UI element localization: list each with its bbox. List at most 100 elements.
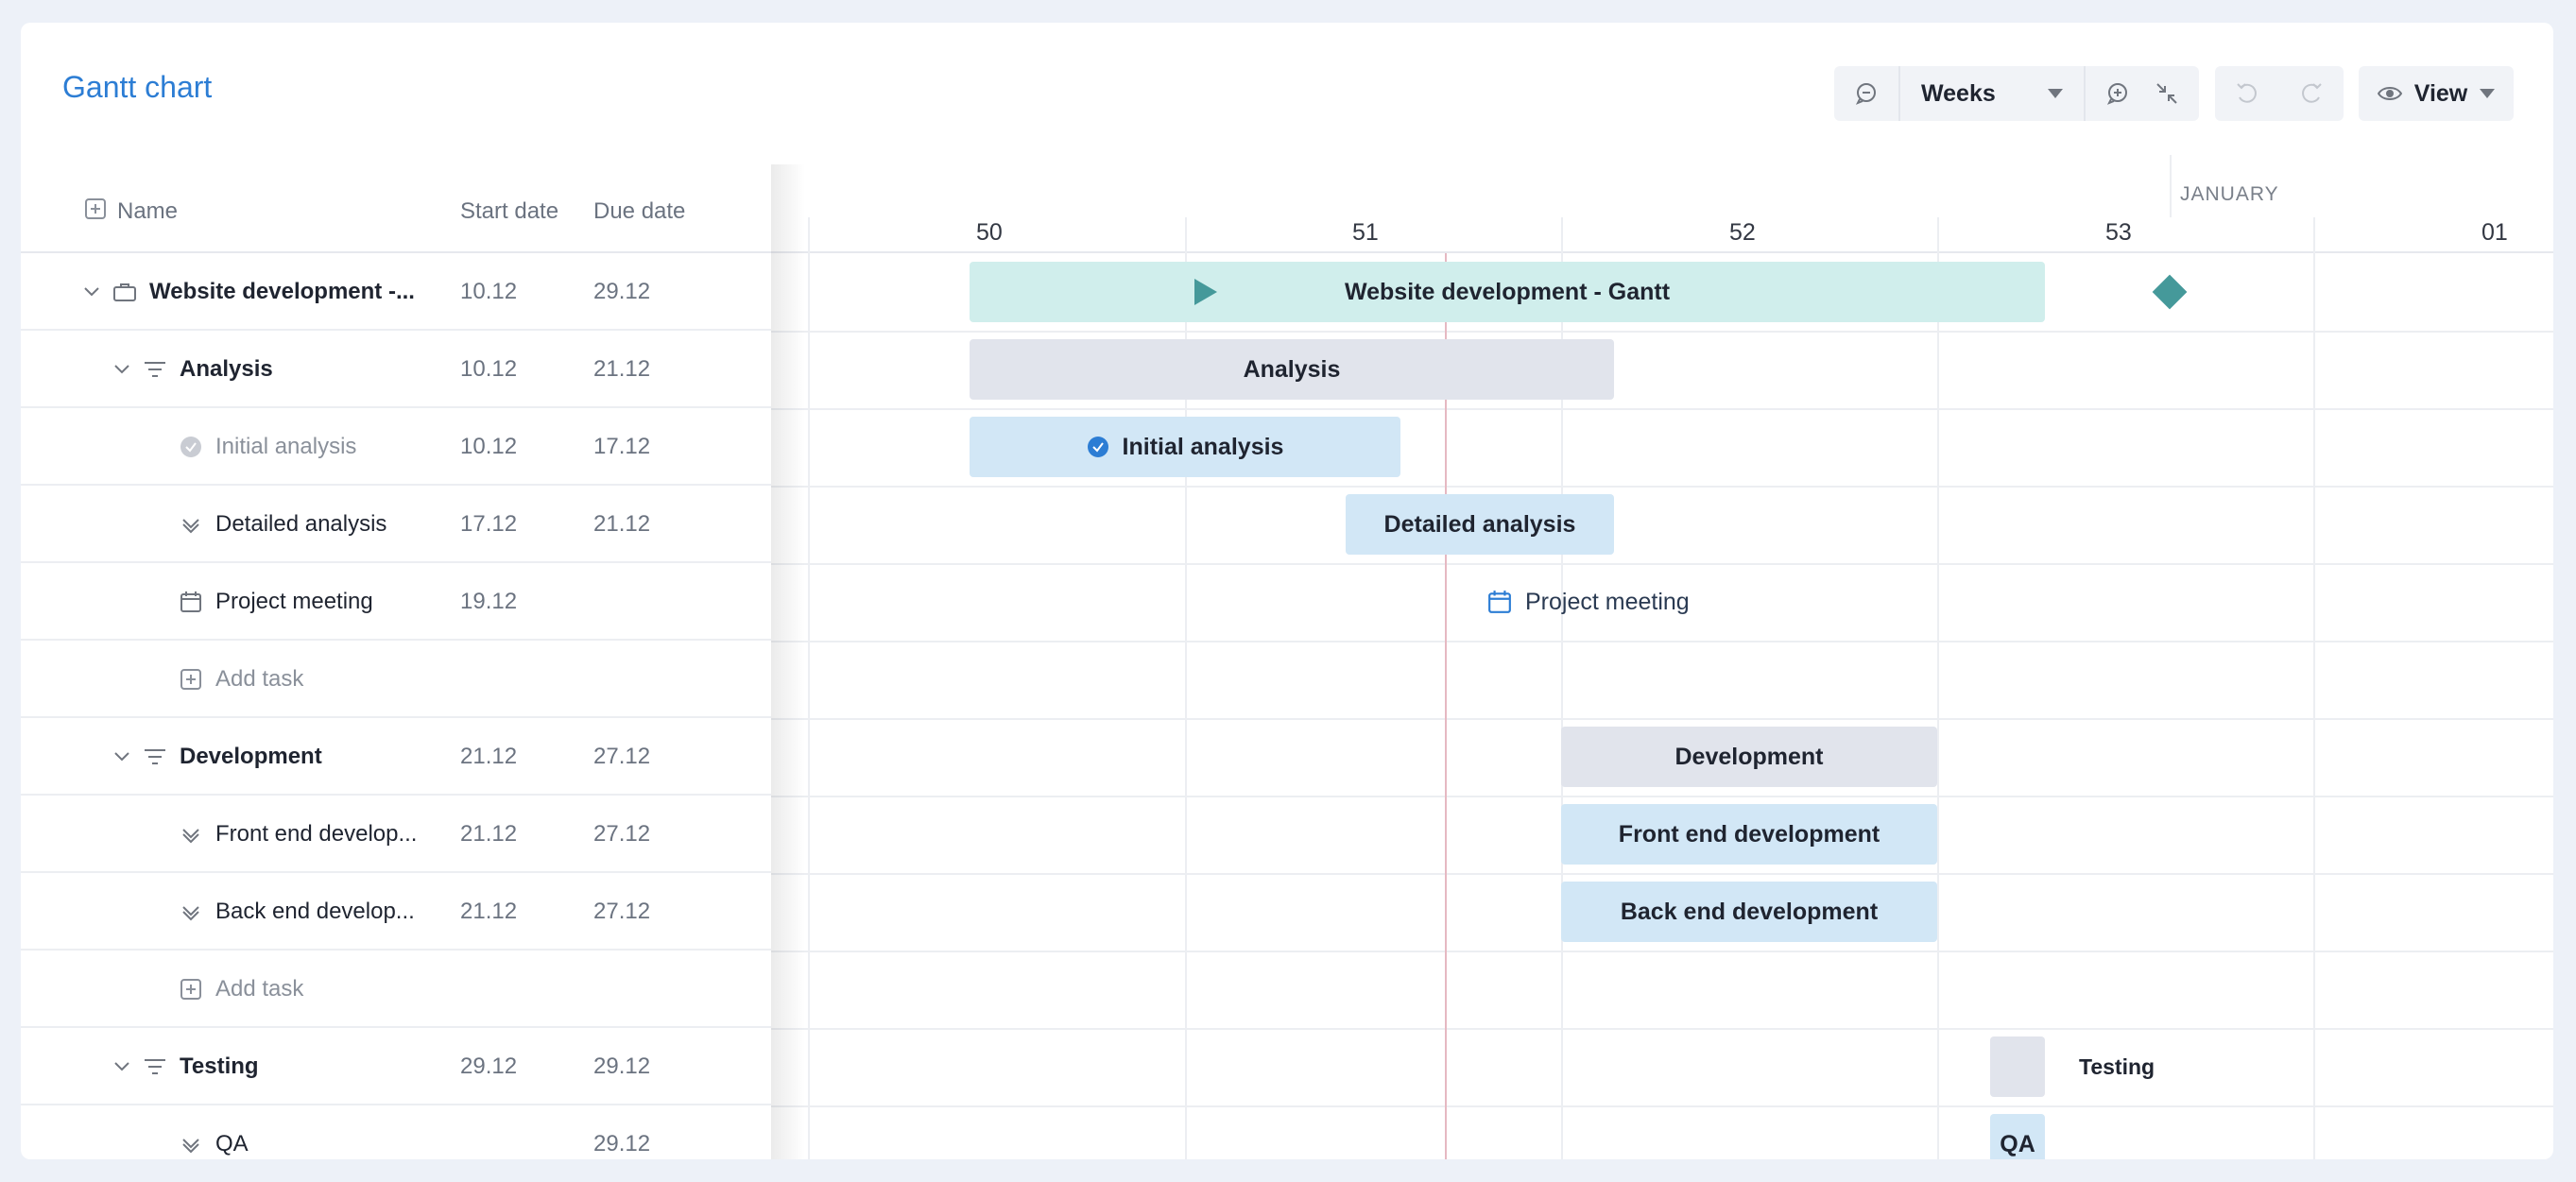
chevron-down-icon[interactable] [113,1061,130,1072]
completed-check-icon[interactable] [180,436,202,458]
table-row[interactable]: Detailed analysis 17.12 21.12 [21,486,771,563]
zoom-unit-label: Weeks [1921,79,1996,107]
group-bar[interactable]: Development [1561,727,1937,787]
add-task-label: Add task [215,666,304,692]
add-column-icon[interactable] [85,198,106,226]
due-date: 21.12 [593,511,651,537]
table-row[interactable]: Project meeting 19.12 [21,563,771,641]
task-bar[interactable]: QA [1990,1114,2045,1159]
redo-button[interactable] [2279,66,2344,121]
zoom-out-icon [1855,83,1876,105]
group-row-name: Analysis [113,331,273,408]
task-grid: Name Start date Due date Website develop… [21,155,771,1159]
table-row[interactable]: Back end develop... 21.12 27.12 [21,873,771,951]
grid-line [808,217,810,1159]
column-header-start[interactable]: Start date [460,198,558,225]
grid-line [2170,155,2172,217]
task-bar[interactable]: Initial analysis [970,417,1400,477]
zoom-toolbar: Weeks [1834,66,2150,121]
grid-header: Name Start date Due date [21,155,771,253]
zoom-out-button[interactable] [1834,66,1898,121]
bar-label: Initial analysis [1122,433,1284,460]
column-header-due[interactable]: Due date [593,198,685,225]
gantt-card: Gantt chart Weeks View Name Start date D… [21,23,2553,1159]
task-bar[interactable]: Front end development [1561,804,1937,865]
due-date: 27.12 [593,899,651,924]
collapse-icon [2156,83,2177,104]
group-icon [144,1057,166,1076]
group-icon [144,747,166,766]
due-date: 21.12 [593,356,651,382]
chevron-down-icon [2480,89,2495,98]
table-row[interactable]: Testing 29.12 29.12 [21,1028,771,1105]
undo-button[interactable] [2215,66,2279,121]
project-row-name: Website development -... [83,253,415,331]
group-bar[interactable]: Analysis [970,339,1614,400]
view-button[interactable]: View [2359,66,2514,121]
start-date: 10.12 [460,279,518,304]
bar-label: Front end development [1618,820,1880,848]
week-label: 51 [1352,219,1379,246]
eye-icon [2378,87,2402,100]
calendar-icon [1488,591,1511,613]
collapse-button[interactable] [2135,66,2199,121]
task-name: Testing [180,1054,259,1079]
add-task-label: Add task [215,976,304,1002]
table-row[interactable]: Analysis 10.12 21.12 [21,331,771,408]
group-icon [144,360,166,379]
table-row[interactable]: QA 29.12 [21,1105,771,1159]
milestone-diamond[interactable] [2152,274,2188,310]
task-check-icon[interactable] [180,1133,202,1156]
task-name: Website development -... [149,279,415,304]
task-check-icon[interactable] [180,513,202,536]
task-name: Development [180,744,322,769]
due-date: 29.12 [593,279,651,304]
table-row[interactable]: Development 21.12 27.12 [21,718,771,796]
task-row-name: Detailed analysis [180,486,386,563]
zoom-in-icon [2106,83,2127,105]
row-line [771,1105,2553,1107]
column-header-name[interactable]: Name [117,198,178,225]
task-bar[interactable]: Back end development [1561,882,1937,942]
task-check-icon[interactable] [180,823,202,846]
play-icon[interactable] [1193,278,1219,306]
timeline: JANUARY 50 51 52 53 01 Website developme… [771,155,2553,1159]
due-date: 17.12 [593,434,651,459]
task-check-icon[interactable] [180,900,202,923]
table-row[interactable]: Website development -... 10.12 29.12 [21,253,771,331]
week-label: 50 [976,219,1003,246]
row-line [771,641,2553,642]
due-date: 27.12 [593,744,651,769]
start-date: 17.12 [460,511,518,537]
chevron-down-icon[interactable] [113,751,130,762]
undo-icon [2237,83,2257,103]
add-task-button[interactable]: Add task [180,641,303,718]
table-row[interactable]: Front end develop... 21.12 27.12 [21,796,771,873]
history-group [2215,66,2344,121]
week-label: 53 [2105,219,2132,246]
start-date: 10.12 [460,356,518,382]
chevron-down-icon[interactable] [113,364,130,375]
table-row: Add task [21,641,771,718]
due-date: 29.12 [593,1054,651,1079]
table-row[interactable]: Initial analysis 10.12 17.12 [21,408,771,486]
row-line [771,563,2553,565]
task-name: Back end develop... [215,899,415,924]
zoom-unit-select[interactable]: Weeks [1898,66,2086,121]
bar-label: QA [2000,1130,2035,1157]
task-bar[interactable]: Detailed analysis [1346,494,1614,555]
chevron-down-icon[interactable] [83,286,100,298]
bar-label: Analysis [1243,355,1341,383]
add-task-button[interactable]: Add task [180,951,303,1028]
project-bar[interactable]: Website development - Gantt [970,262,2045,322]
task-row-name: Back end develop... [180,873,415,951]
meeting-marker[interactable]: Project meeting [1487,572,1690,632]
group-bar[interactable] [1990,1036,2045,1097]
grid-divider-shadow [771,164,805,1159]
row-line [771,873,2553,875]
add-icon [180,978,202,1001]
task-row-name: Initial analysis [180,408,356,486]
task-row-name: Front end develop... [180,796,417,873]
task-name: Project meeting [215,589,373,614]
task-name: Initial analysis [215,434,357,459]
